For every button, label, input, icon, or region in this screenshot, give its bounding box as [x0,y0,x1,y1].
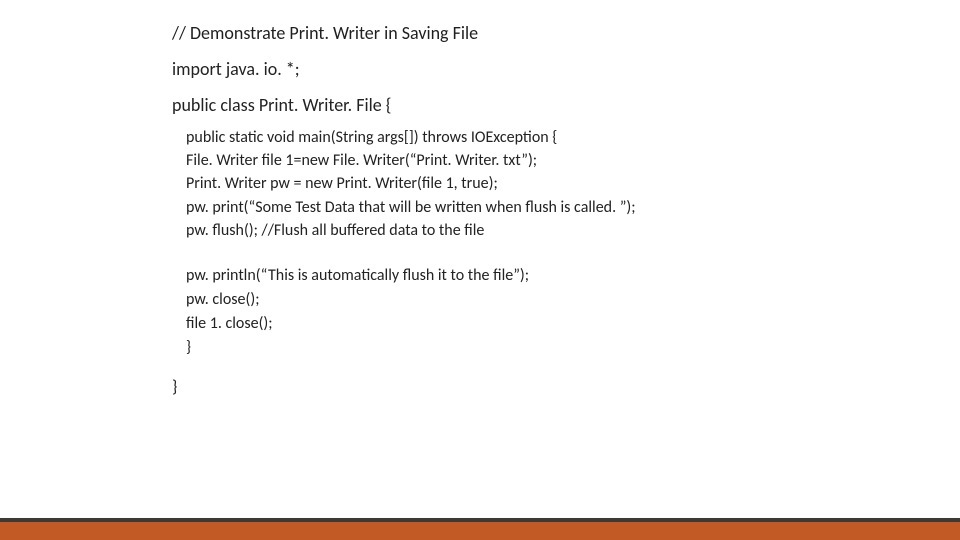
code-line: pw. println(“This is automatically flush… [186,264,900,288]
method-body-block-1: public static void main(String args[]) t… [172,126,900,242]
code-line: } [186,336,900,360]
class-declaration: public class Print. Writer. File { [172,94,900,116]
class-close-brace: } [172,376,900,397]
slide: // Demonstrate Print. Writer in Saving F… [0,0,960,540]
code-line: File. Writer file 1=new File. Writer(“Pr… [186,149,900,172]
code-line: pw. flush(); //Flush all buffered data t… [186,219,900,242]
code-line: Print. Writer pw = new Print. Writer(fil… [186,172,900,195]
import-line: import java. io. *; [172,58,900,80]
comment-title: // Demonstrate Print. Writer in Saving F… [172,22,900,44]
method-body-block-2: pw. println(“This is automatically flush… [172,264,900,360]
code-line: pw. print(“Some Test Data that will be w… [186,196,900,219]
code-line: file 1. close(); [186,312,900,336]
code-content: // Demonstrate Print. Writer in Saving F… [172,22,900,397]
footer-bar-orange [0,522,960,540]
code-line: pw. close(); [186,288,900,312]
code-line: public static void main(String args[]) t… [186,126,900,149]
